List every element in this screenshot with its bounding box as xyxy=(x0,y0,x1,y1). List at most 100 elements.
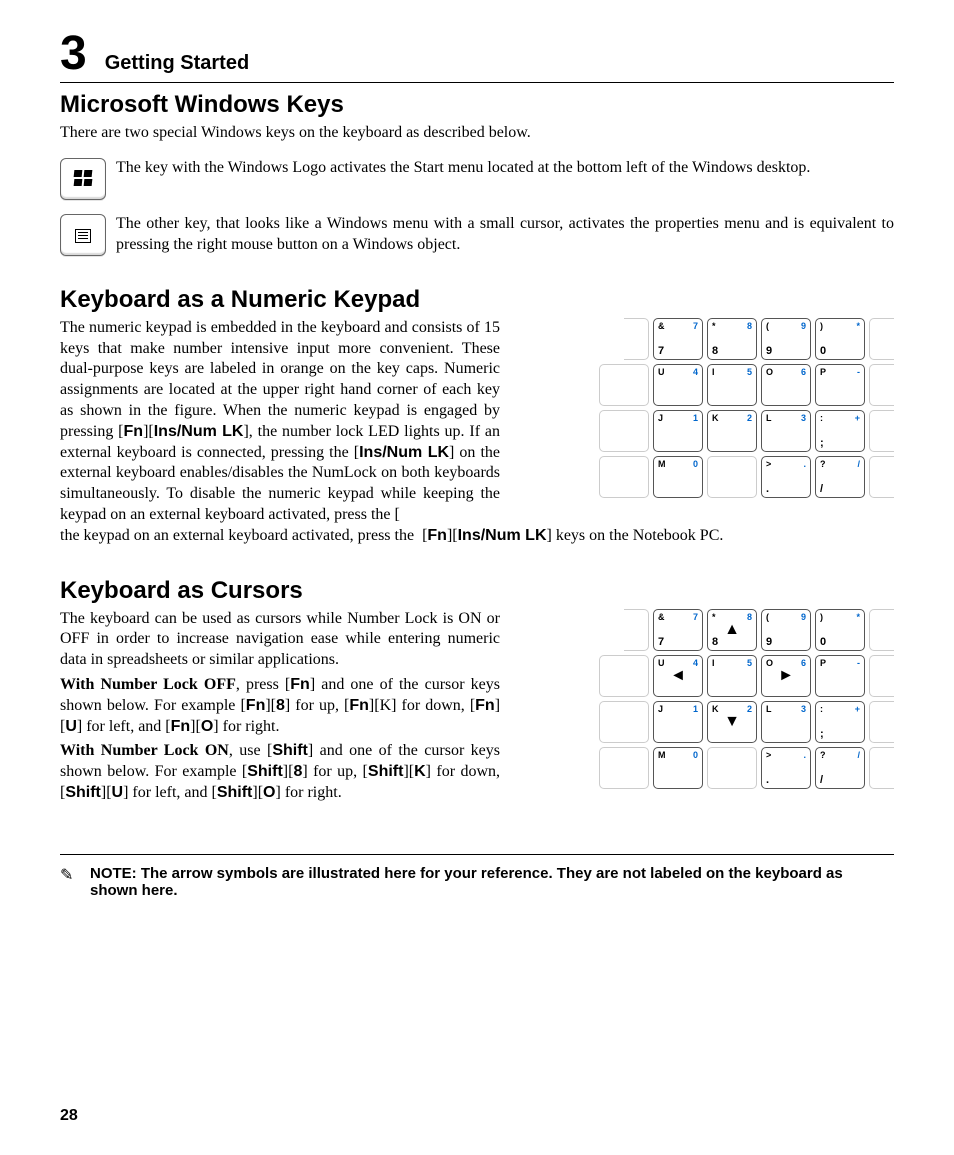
keycap: >.. xyxy=(761,456,811,498)
text: ] keys on the Notebook PC. xyxy=(547,527,724,544)
keycap xyxy=(869,456,894,498)
keycap xyxy=(869,609,894,651)
key-shift: Shift xyxy=(247,763,283,780)
key-shift: Shift xyxy=(65,784,101,801)
text: ][ xyxy=(265,697,276,714)
keycap: :+; xyxy=(815,701,865,743)
heading-cursors: Keyboard as Cursors xyxy=(60,577,894,605)
keycap: I5 xyxy=(707,655,757,697)
keycap xyxy=(624,318,649,360)
key-u: U xyxy=(65,718,77,735)
text: ][ xyxy=(143,423,154,440)
chapter-title: Getting Started xyxy=(105,52,249,75)
key-fn: Fn xyxy=(171,718,191,735)
keycap: ?// xyxy=(815,747,865,789)
keycap: )*0 xyxy=(815,609,865,651)
keycap: *88 xyxy=(707,318,757,360)
cursors-numlock-off: With Number Lock OFF, press [Fn] and one… xyxy=(60,675,500,737)
keycap xyxy=(624,609,649,651)
keycap: M0 xyxy=(653,456,703,498)
key-u: U xyxy=(112,784,124,801)
keycap xyxy=(599,701,649,743)
keycap xyxy=(599,456,649,498)
keycap: *88▲ xyxy=(707,609,757,651)
text: , use [ xyxy=(229,742,272,759)
text: ][ xyxy=(403,763,414,780)
cursors-numlock-on: With Number Lock ON, use [Shift] and one… xyxy=(60,741,500,803)
keycap: L3 xyxy=(761,410,811,452)
lead: With Number Lock OFF xyxy=(60,676,236,693)
key-ins-numlk: Ins/Num LK xyxy=(359,444,449,461)
keycap xyxy=(869,701,894,743)
keycap xyxy=(869,655,894,697)
keycap: K2 xyxy=(707,410,757,452)
keycap: O6► xyxy=(761,655,811,697)
windows-keys-intro: There are two special Windows keys on th… xyxy=(60,123,894,144)
page-number: 28 xyxy=(60,1107,78,1125)
text: ] for right. xyxy=(213,718,279,735)
key-shift: Shift xyxy=(272,742,308,759)
key-shift: Shift xyxy=(217,784,253,801)
text: , press [ xyxy=(236,676,290,693)
windows-key-row: The key with the Windows Logo activates … xyxy=(60,158,894,200)
keycap: )*0 xyxy=(815,318,865,360)
keycap xyxy=(599,747,649,789)
menu-key-icon xyxy=(60,214,106,256)
keycap xyxy=(707,747,757,789)
text: ] for left, and [ xyxy=(123,784,217,801)
key-8: 8 xyxy=(276,697,285,714)
key-fn: Fn xyxy=(475,697,495,714)
key-shift: Shift xyxy=(368,763,404,780)
chapter-header: 3 Getting Started xyxy=(60,30,894,83)
text: ] for up, [ xyxy=(285,697,349,714)
keycap xyxy=(599,410,649,452)
key-o: O xyxy=(263,784,275,801)
keycap: O6 xyxy=(761,364,811,406)
keycap: J1 xyxy=(653,701,703,743)
text: ] for right. xyxy=(275,784,341,801)
keycap xyxy=(707,456,757,498)
key-o: O xyxy=(201,718,213,735)
keycap xyxy=(869,364,894,406)
text: ] for left, and [ xyxy=(77,718,171,735)
keycap xyxy=(599,364,649,406)
menu-key-desc: The other key, that looks like a Windows… xyxy=(116,214,894,256)
text: The numeric keypad is embedded in the ke… xyxy=(60,319,500,440)
keycap: :+; xyxy=(815,410,865,452)
text: ][ xyxy=(101,784,112,801)
key-fn: Fn xyxy=(290,676,310,693)
menu-key-row: The other key, that looks like a Windows… xyxy=(60,214,894,256)
cursor-keypad-figure: &77*88▲(99)*0U4◄I5O6►P-J1K2▼L3:+;M0>..?/… xyxy=(557,609,894,793)
text: the keypad on an external keyboard activ… xyxy=(60,527,427,544)
note-box: ✎ NOTE: The arrow symbols are illustrate… xyxy=(60,854,894,899)
page: 3 Getting Started Microsoft Windows Keys… xyxy=(0,0,954,1155)
keycap: I5 xyxy=(707,364,757,406)
note-text: NOTE: The arrow symbols are illustrated … xyxy=(90,865,894,899)
numeric-keypad-section: Keyboard as a Numeric Keypad The numeric… xyxy=(60,286,894,547)
windows-logo-key-icon xyxy=(60,158,106,200)
key-ins-numlk: Ins/Num LK xyxy=(458,527,547,544)
text: ] for up, [ xyxy=(302,763,368,780)
keycap: &77 xyxy=(653,609,703,651)
key-fn: Fn xyxy=(246,697,266,714)
text: ][ xyxy=(447,527,458,544)
chapter-number: 3 xyxy=(60,30,87,78)
key-k: K xyxy=(414,763,426,780)
text: ][K] for down, [ xyxy=(369,697,475,714)
keycap xyxy=(599,655,649,697)
heading-windows-keys: Microsoft Windows Keys xyxy=(60,91,894,119)
numeric-keypad-figure: &77*88(99)*0U4I5O6P-J1K2L3:+;M0>..?// xyxy=(557,318,894,502)
keycap: L3 xyxy=(761,701,811,743)
keycap: (99 xyxy=(761,318,811,360)
keycap: J1 xyxy=(653,410,703,452)
keycap: M0 xyxy=(653,747,703,789)
note-icon: ✎ xyxy=(60,865,80,885)
keycap xyxy=(869,747,894,789)
keycap: &77 xyxy=(653,318,703,360)
text: ][ xyxy=(190,718,201,735)
key-ins-numlk: Ins/Num LK xyxy=(154,423,244,440)
lead: With Number Lock ON xyxy=(60,742,229,759)
cursors-section: Keyboard as Cursors The keyboard can be … xyxy=(60,577,894,804)
key-fn: Fn xyxy=(349,697,369,714)
keycap: K2▼ xyxy=(707,701,757,743)
